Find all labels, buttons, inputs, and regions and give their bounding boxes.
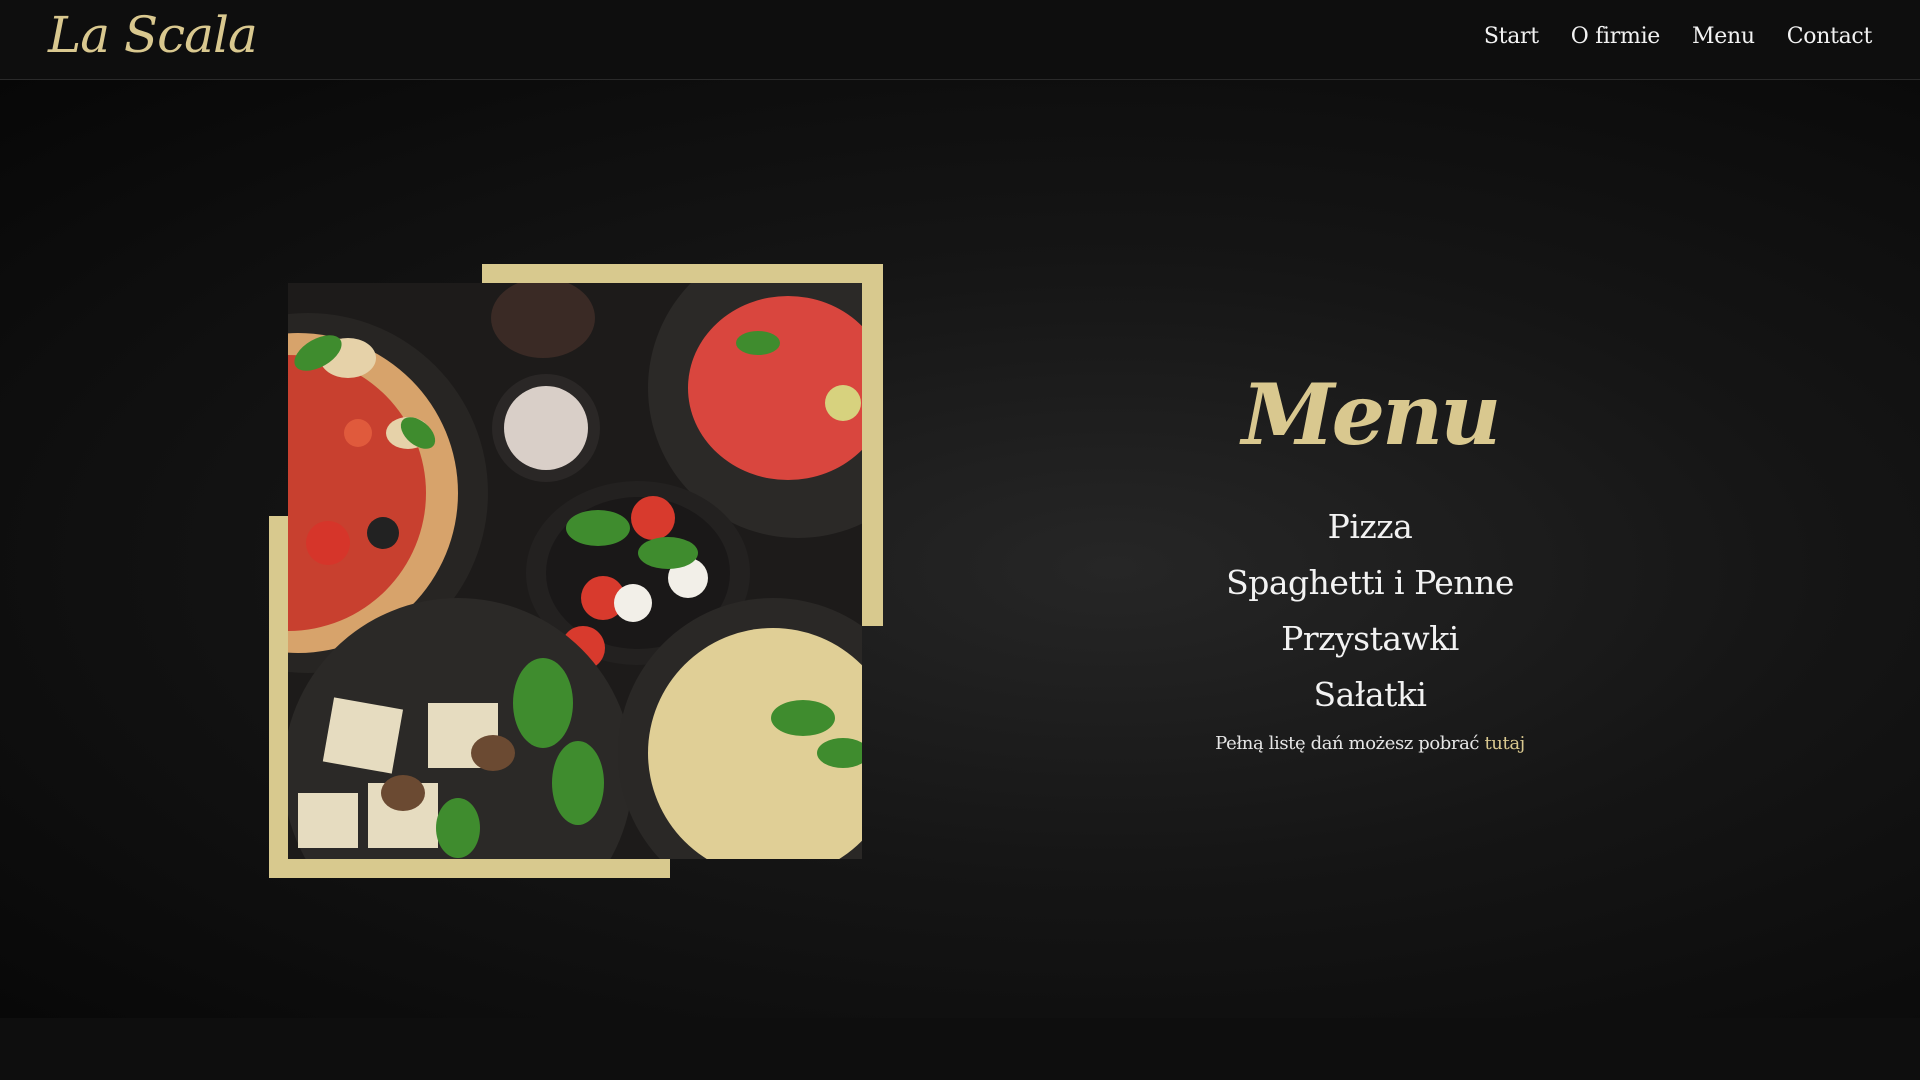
nav-link-menu[interactable]: Menu — [1692, 24, 1755, 49]
nav-link-contact[interactable]: Contact — [1787, 24, 1873, 49]
menu-item-przystawki[interactable]: Przystawki — [1180, 611, 1560, 667]
nav-link-start[interactable]: Start — [1484, 24, 1539, 49]
menu-download-note: Pełną listę dań możesz pobrać tutaj — [1180, 733, 1560, 754]
menu-item-pizza[interactable]: Pizza — [1180, 499, 1560, 555]
download-menu-link[interactable]: tutaj — [1484, 733, 1525, 754]
site-logo[interactable]: La Scala — [48, 6, 258, 64]
nav-link-o-firmie[interactable]: O firmie — [1571, 24, 1661, 49]
top-navigation-bar: La Scala Start O firmie Menu Contact — [0, 0, 1920, 80]
menu-category-list: Pizza Spaghetti i Penne Przystawki Sałat… — [1180, 499, 1560, 723]
footer-strip — [0, 1018, 1920, 1080]
menu-item-salatki[interactable]: Sałatki — [1180, 667, 1560, 723]
menu-item-spaghetti-i-penne[interactable]: Spaghetti i Penne — [1180, 555, 1560, 611]
food-photo — [288, 283, 862, 859]
menu-heading: Menu — [1241, 365, 1502, 464]
food-photo-illustration — [288, 283, 862, 859]
main-nav: Start O firmie Menu Contact — [1484, 24, 1872, 49]
download-note-text: Pełną listę dań możesz pobrać — [1215, 733, 1480, 755]
menu-panel: Menu Pizza Spaghetti i Penne Przystawki … — [1180, 360, 1560, 754]
